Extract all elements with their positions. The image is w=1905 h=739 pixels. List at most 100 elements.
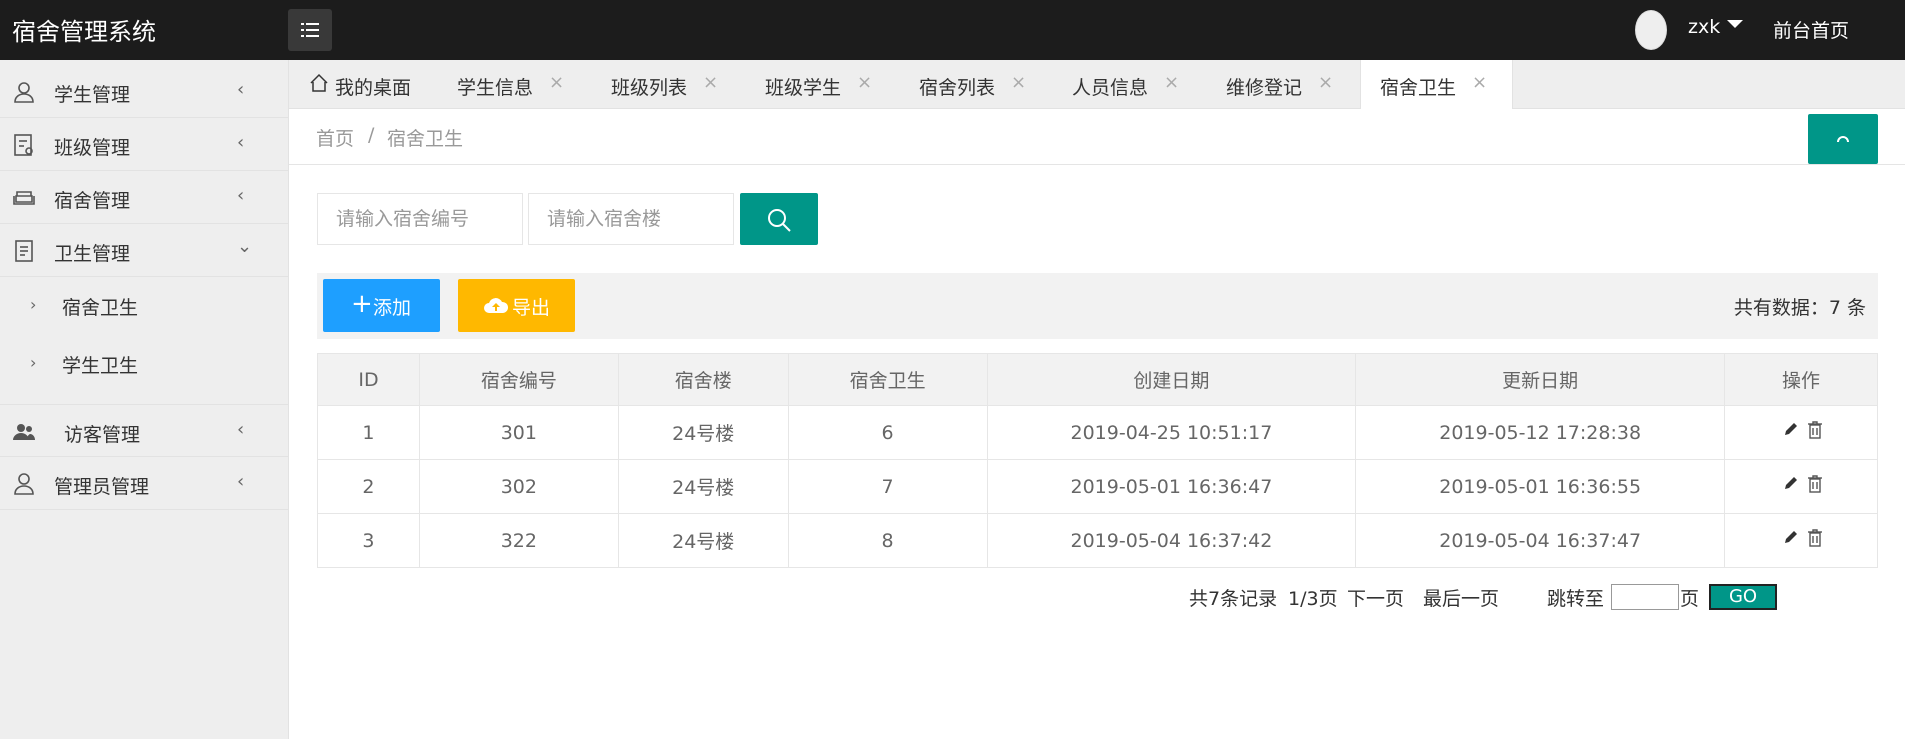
- search-icon: [768, 209, 791, 232]
- column-header: 宿舍楼: [617, 353, 789, 406]
- column-header: 更新日期: [1355, 353, 1726, 406]
- dorm-number-input[interactable]: [317, 193, 523, 245]
- tab-label: 我的桌面: [335, 77, 412, 99]
- table-row: 3 322 24号楼 8 2019-05-04 16:37:42 2019-05…: [317, 513, 1878, 568]
- go-button[interactable]: GO: [1709, 584, 1777, 610]
- cell-building: 24号楼: [617, 513, 789, 568]
- pager-page-info: 1/3页: [1288, 588, 1338, 610]
- export-button[interactable]: 导出: [458, 279, 575, 332]
- close-icon[interactable]: ×: [1472, 72, 1487, 93]
- delete-icon[interactable]: [1807, 421, 1823, 439]
- edit-icon[interactable]: [1783, 529, 1799, 545]
- hygiene-table: ID 宿舍编号 宿舍楼 宿舍卫生 创建日期 更新日期 操作 1 301 24号楼…: [317, 353, 1878, 568]
- sidebar-subitem-student-hygiene[interactable]: › 学生卫生: [0, 335, 289, 393]
- sidebar-item-admin[interactable]: 管理员管理 ‹: [0, 457, 289, 510]
- tab-label: 宿舍卫生: [1380, 77, 1457, 99]
- refresh-icon: [1837, 136, 1849, 143]
- tab-personnel-info[interactable]: 人员信息 ×: [1072, 60, 1192, 109]
- close-icon[interactable]: ×: [857, 72, 872, 93]
- chevron-right-icon: ›: [30, 353, 37, 372]
- cell-created: 2019-05-04 16:37:42: [986, 513, 1357, 568]
- pager-next-link[interactable]: 下一页: [1347, 584, 1404, 611]
- cell-building: 24号楼: [617, 405, 789, 460]
- cell-id: 2: [317, 459, 420, 514]
- tab-dorm-list[interactable]: 宿舍列表 ×: [919, 60, 1039, 109]
- chevron-left-icon: ‹: [237, 419, 245, 440]
- pager-last-link[interactable]: 最后一页: [1423, 584, 1499, 611]
- sidebar-item-label: 管理员管理: [54, 476, 150, 498]
- action-toolbar: + 添加 导出 共有数据：7 条: [317, 273, 1878, 339]
- close-icon[interactable]: ×: [1011, 72, 1026, 93]
- cell-created: 2019-04-25 10:51:17: [986, 405, 1357, 460]
- tab-label: 班级学生: [765, 77, 842, 99]
- cell-hygiene: 7: [787, 459, 988, 514]
- cell-dorm-number: 302: [418, 459, 619, 514]
- edit-icon[interactable]: [1783, 475, 1799, 491]
- sidebar-item-class[interactable]: 班级管理 ‹: [0, 118, 289, 171]
- delete-icon[interactable]: [1807, 475, 1823, 493]
- user-name[interactable]: zxk: [1688, 16, 1720, 38]
- sidebar-item-label: 宿舍管理: [54, 190, 131, 212]
- user-icon: [14, 82, 34, 103]
- breadcrumb-current: 宿舍卫生: [387, 128, 464, 150]
- cell-actions: [1724, 459, 1878, 514]
- cell-hygiene: 8: [787, 513, 988, 568]
- close-icon[interactable]: ×: [703, 72, 718, 93]
- cell-hygiene: 6: [787, 405, 988, 460]
- building-input[interactable]: [528, 193, 734, 245]
- breadcrumb-home[interactable]: 首页: [316, 124, 354, 151]
- chevron-right-icon: ›: [30, 295, 37, 314]
- pager-records: 共7条记录: [1189, 588, 1278, 610]
- tab-dorm-hygiene[interactable]: 宿舍卫生 ×: [1360, 60, 1513, 109]
- sidebar-item-dorm[interactable]: 宿舍管理 ‹: [0, 171, 289, 224]
- close-icon[interactable]: ×: [1164, 72, 1179, 93]
- column-header: 创建日期: [986, 353, 1357, 406]
- sidebar-item-student[interactable]: 学生管理 ‹: [0, 65, 289, 118]
- home-icon: [310, 73, 328, 92]
- user-avatar[interactable]: [1635, 10, 1667, 50]
- close-icon[interactable]: ×: [549, 72, 564, 93]
- sidebar-subitem-label: 学生卫生: [62, 355, 139, 377]
- edit-icon[interactable]: [1783, 421, 1799, 437]
- cell-dorm-number: 322: [418, 513, 619, 568]
- caret-down-icon[interactable]: [1727, 20, 1743, 28]
- sidebar-subitem-dorm-hygiene[interactable]: › 宿舍卫生: [0, 277, 289, 335]
- close-icon[interactable]: ×: [1318, 72, 1333, 93]
- refresh-button[interactable]: [1808, 114, 1878, 164]
- delete-icon[interactable]: [1807, 529, 1823, 547]
- chevron-left-icon: ‹: [237, 471, 245, 492]
- table-header-row: ID 宿舍编号 宿舍楼 宿舍卫生 创建日期 更新日期 操作: [317, 353, 1878, 406]
- pager-jump-label: 跳转至: [1547, 588, 1605, 610]
- tab-label: 宿舍列表: [919, 77, 996, 99]
- export-button-label: 导出: [512, 297, 551, 319]
- sidebar-item-label: 访客管理: [64, 424, 141, 446]
- tab-repair-registration[interactable]: 维修登记 ×: [1226, 60, 1346, 109]
- sidebar-item-visitor[interactable]: 访客管理 ‹: [0, 404, 289, 457]
- menu-toggle-button[interactable]: [288, 9, 332, 51]
- admin-icon: [14, 473, 34, 495]
- table-row: 1 301 24号楼 6 2019-04-25 10:51:17 2019-05…: [317, 405, 1878, 460]
- column-header: 宿舍编号: [418, 353, 619, 406]
- sidebar: 学生管理 ‹ 班级管理 ‹ 宿舍管理 ‹ 卫生管理 ⌄ › 宿舍卫生 › 学生卫…: [0, 60, 289, 739]
- tab-class-students[interactable]: 班级学生 ×: [765, 60, 885, 109]
- add-button-label: 添加: [373, 297, 412, 319]
- breadcrumb: 首页 / 宿舍卫生: [289, 110, 1905, 165]
- sidebar-item-label: 班级管理: [54, 137, 131, 159]
- document-icon: [15, 240, 33, 262]
- search-button[interactable]: [740, 193, 818, 245]
- tab-my-desktop[interactable]: 我的桌面: [309, 60, 419, 109]
- class-icon: [14, 134, 33, 156]
- cloud-upload-icon: [484, 298, 509, 313]
- tab-class-list[interactable]: 班级列表 ×: [611, 60, 731, 109]
- front-home-link[interactable]: 前台首页: [1773, 16, 1849, 43]
- sidebar-item-label: 学生管理: [54, 84, 131, 106]
- add-button[interactable]: + 添加: [323, 279, 440, 332]
- breadcrumb-separator: /: [368, 124, 375, 146]
- sidebar-item-hygiene[interactable]: 卫生管理 ⌄: [0, 224, 289, 277]
- tab-label: 班级列表: [611, 77, 688, 99]
- tab-student-info[interactable]: 学生信息 ×: [457, 60, 577, 109]
- cell-building: 24号楼: [617, 459, 789, 514]
- top-header: 宿舍管理系统 zxk 前台首页: [0, 0, 1905, 60]
- table-row: 2 302 24号楼 7 2019-05-01 16:36:47 2019-05…: [317, 459, 1878, 514]
- page-jump-input[interactable]: [1611, 584, 1679, 610]
